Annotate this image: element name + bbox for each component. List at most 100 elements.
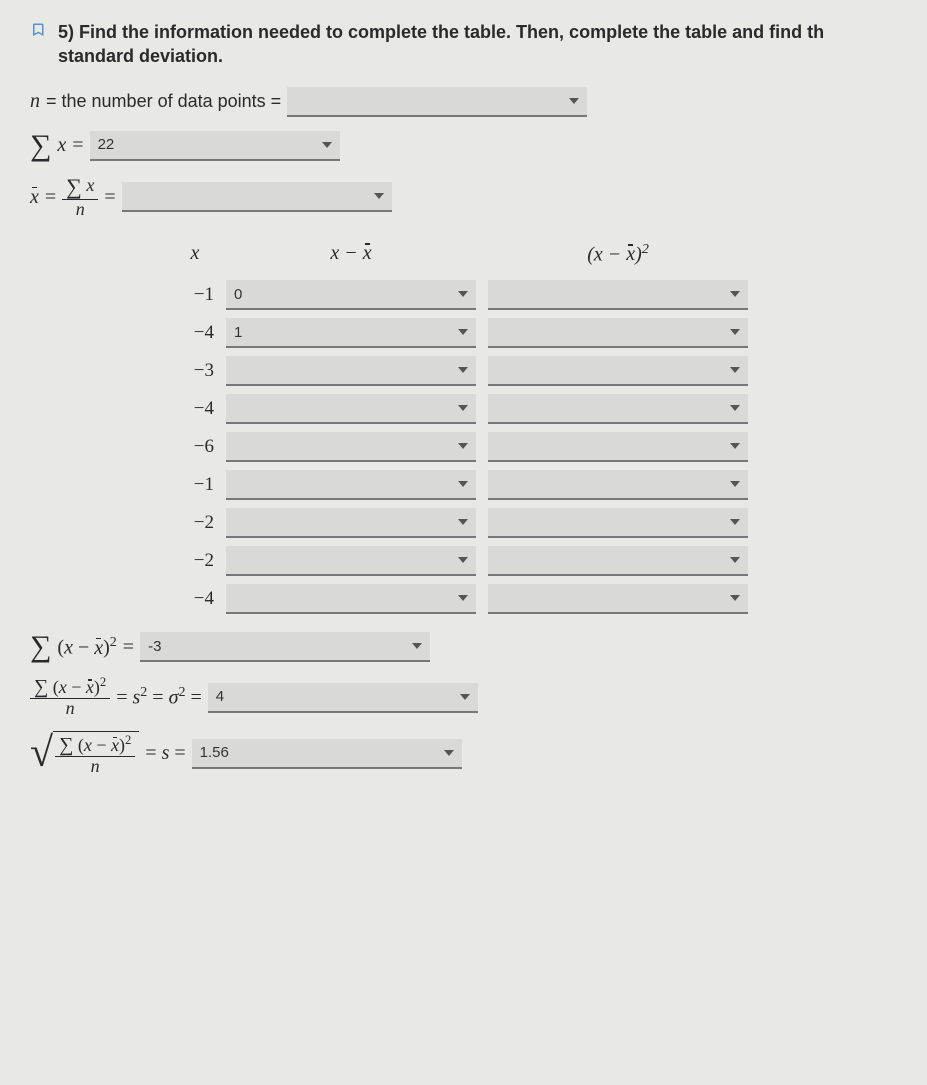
xmx-cell: 1	[220, 314, 482, 352]
col-x-header: x	[170, 238, 220, 277]
chevron-down-icon	[458, 595, 468, 601]
xmx2-cell	[482, 504, 754, 542]
xmx2-cell	[482, 428, 754, 466]
chevron-down-icon	[730, 405, 740, 411]
chevron-down-icon	[730, 367, 740, 373]
xmx-cell	[220, 428, 482, 466]
x-cell: −6	[170, 428, 220, 466]
chevron-down-icon	[730, 481, 740, 487]
xmx2-cell	[482, 466, 754, 504]
chevron-down-icon	[730, 329, 740, 335]
chevron-down-icon	[730, 557, 740, 563]
table-row: −4	[170, 580, 754, 618]
x-cell: −1	[170, 276, 220, 314]
xmx-dropdown[interactable]	[226, 584, 476, 614]
chevron-down-icon	[458, 557, 468, 563]
chevron-down-icon	[730, 595, 740, 601]
x-cell: −2	[170, 542, 220, 580]
x-cell: −3	[170, 352, 220, 390]
ssq-line: ∑ (x − x)2 = -3	[30, 630, 897, 664]
sumx-line: ∑ x = 22	[30, 129, 897, 163]
xmx-dropdown[interactable]: 0	[226, 280, 476, 310]
x-cell: −2	[170, 504, 220, 542]
data-table-wrap: x x − x (x − x)2 −10−41−3−4−6−1−2−2−4	[170, 238, 897, 619]
xmx2-dropdown[interactable]	[488, 508, 748, 538]
xmx2-cell	[482, 352, 754, 390]
chevron-down-icon	[730, 443, 740, 449]
chevron-down-icon	[444, 750, 454, 756]
xmx-dropdown[interactable]	[226, 394, 476, 424]
data-table: x x − x (x − x)2 −10−41−3−4−6−1−2−2−4	[170, 238, 754, 619]
ssq-eq: =	[123, 636, 134, 659]
xmx2-dropdown[interactable]	[488, 432, 748, 462]
x-cell: −4	[170, 580, 220, 618]
chevron-down-icon	[458, 481, 468, 487]
xmx-cell	[220, 580, 482, 618]
flag-icon	[30, 22, 48, 40]
n-dropdown[interactable]	[287, 87, 587, 117]
chevron-down-icon	[458, 405, 468, 411]
question-text: 5) Find the information needed to comple…	[58, 20, 897, 69]
sigma-icon: ∑	[30, 129, 51, 163]
xmx-dropdown[interactable]: 1	[226, 318, 476, 348]
xmx2-dropdown[interactable]	[488, 356, 748, 386]
mean-dropdown[interactable]	[122, 182, 392, 212]
xmx2-dropdown[interactable]	[488, 470, 748, 500]
xmx2-cell	[482, 390, 754, 428]
col-xmx2-header: (x − x)2	[482, 238, 754, 277]
question-header: 5) Find the information needed to comple…	[30, 20, 897, 69]
question-number: 5)	[58, 22, 74, 42]
chevron-down-icon	[458, 443, 468, 449]
xmx-dropdown[interactable]	[226, 546, 476, 576]
ssq-dropdown[interactable]: -3	[140, 632, 430, 662]
mean-fraction: ∑ x n	[62, 175, 98, 220]
chevron-down-icon	[374, 193, 384, 199]
xmx-cell	[220, 542, 482, 580]
xmx-dropdown[interactable]	[226, 508, 476, 538]
xmx2-dropdown[interactable]	[488, 280, 748, 310]
x-cell: −4	[170, 390, 220, 428]
question-plain: standard deviation.	[58, 46, 223, 66]
chevron-down-icon	[322, 142, 332, 148]
chevron-down-icon	[460, 694, 470, 700]
xmx2-dropdown[interactable]	[488, 318, 748, 348]
xmx-dropdown[interactable]	[226, 470, 476, 500]
table-row: −6	[170, 428, 754, 466]
xmx-dropdown[interactable]	[226, 432, 476, 462]
chevron-down-icon	[458, 329, 468, 335]
chevron-down-icon	[458, 367, 468, 373]
table-row: −41	[170, 314, 754, 352]
n-label: = the number of data points =	[46, 91, 281, 112]
xmx-value: 0	[234, 286, 242, 303]
xmx2-cell	[482, 276, 754, 314]
col-xmx-header: x − x	[220, 238, 482, 277]
ssq-value: -3	[148, 638, 161, 655]
question-bold: Find the information needed to complete …	[79, 22, 824, 42]
xmx2-dropdown[interactable]	[488, 394, 748, 424]
sqrt-expression: √ ∑ (x − x)2 n	[30, 731, 139, 777]
xmx2-cell	[482, 314, 754, 352]
mean-line: x = ∑ x n =	[30, 175, 897, 220]
sumx-var: x	[57, 134, 66, 157]
chevron-down-icon	[730, 519, 740, 525]
chevron-down-icon	[412, 643, 422, 649]
table-row: −4	[170, 390, 754, 428]
chevron-down-icon	[458, 291, 468, 297]
sd-dropdown[interactable]: 1.56	[192, 739, 462, 769]
sigma-icon: ∑	[30, 630, 51, 664]
chevron-down-icon	[458, 519, 468, 525]
variance-dropdown[interactable]: 4	[208, 683, 478, 713]
chevron-down-icon	[569, 98, 579, 104]
mean-eq: =	[104, 186, 115, 209]
sumx-dropdown[interactable]: 22	[90, 131, 340, 161]
table-row: −2	[170, 504, 754, 542]
xmx-dropdown[interactable]	[226, 356, 476, 386]
table-row: −1	[170, 466, 754, 504]
variance-fraction: ∑ (x − x)2 n	[30, 676, 110, 719]
xmx-cell: 0	[220, 276, 482, 314]
xmx-cell	[220, 466, 482, 504]
variance-value: 4	[216, 688, 224, 705]
xmx2-cell	[482, 542, 754, 580]
xmx2-dropdown[interactable]	[488, 584, 748, 614]
xmx2-dropdown[interactable]	[488, 546, 748, 576]
